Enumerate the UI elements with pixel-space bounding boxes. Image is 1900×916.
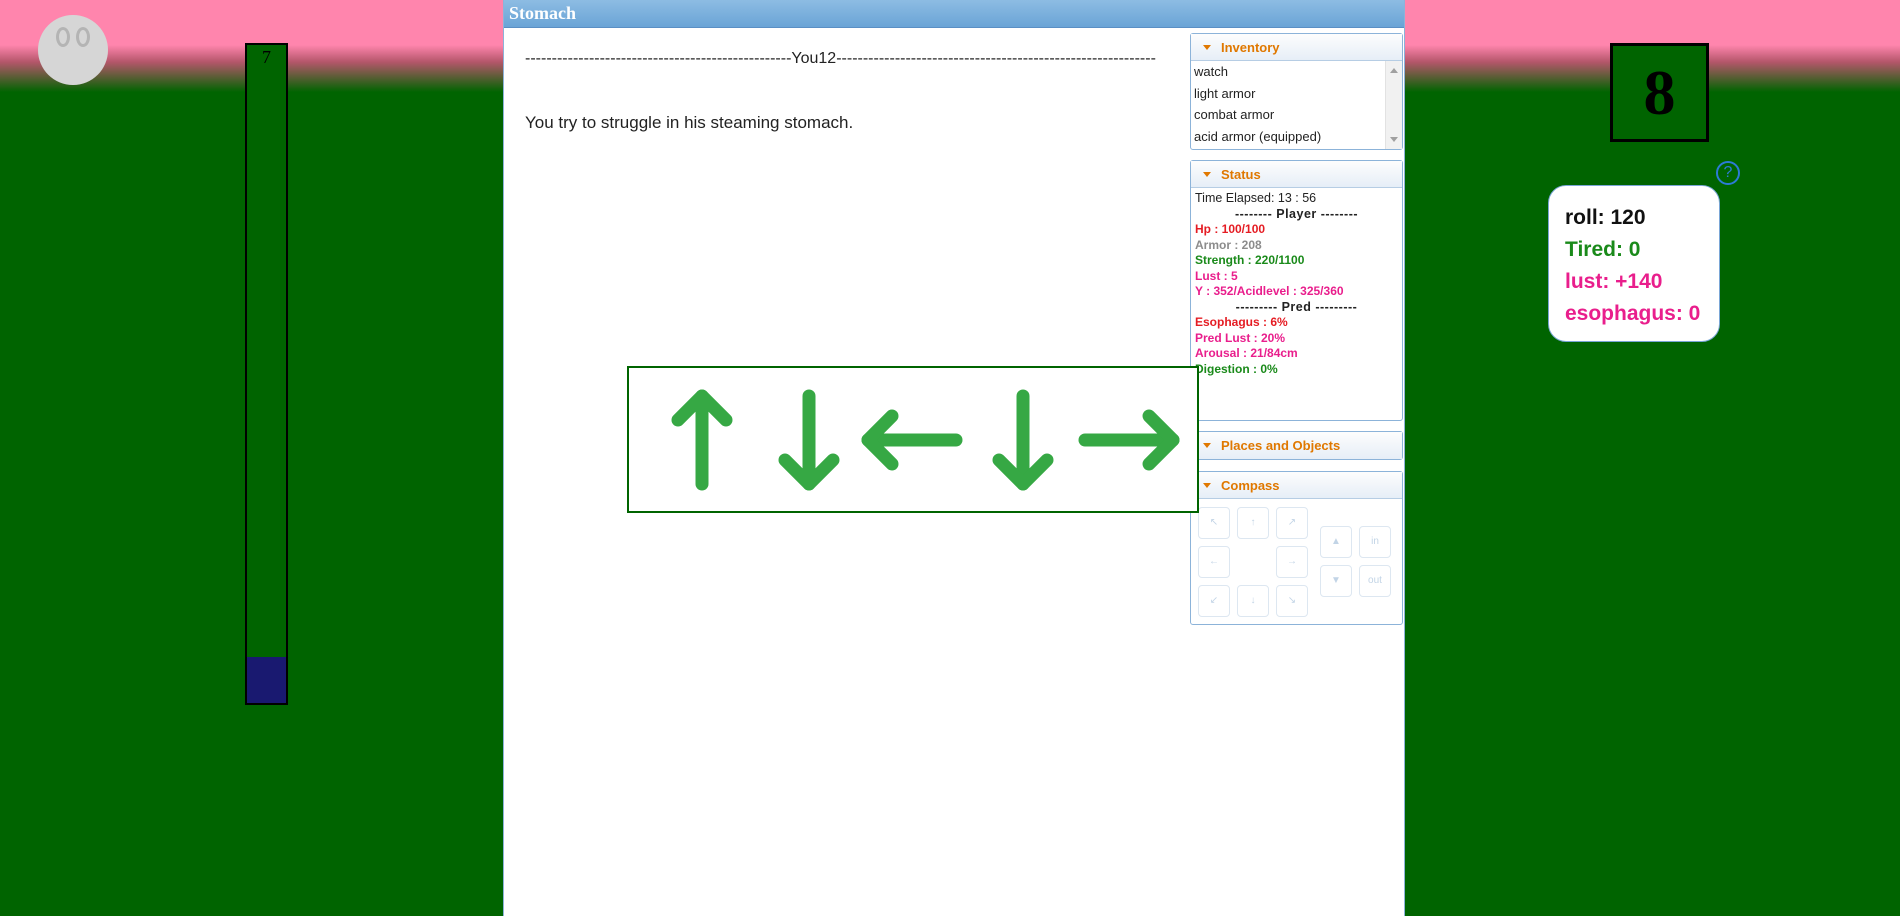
compass-pane: Compass ↖ ↑ ↗ ← → ↙ ↓ ↘ ▲ in ▼ out (1190, 471, 1403, 625)
collapse-triangle-icon (1203, 443, 1211, 448)
card-lust-stat: lust: +140 (1565, 270, 1663, 293)
arrow-left-icon (861, 409, 963, 471)
compass-east-button[interactable]: → (1276, 546, 1308, 578)
turn-divider: ----------------------------------------… (525, 50, 1156, 67)
avatar-left-eye (56, 27, 70, 47)
card-esophagus-stat: esophagus: 0 (1565, 302, 1701, 325)
strength-stat: Strength : 220/1100 (1195, 253, 1305, 267)
player-separator: -------- Player -------- (1234, 206, 1359, 221)
hp-stat: Hp : 100/100 (1195, 222, 1266, 236)
compass-down-button[interactable]: ▼ (1320, 565, 1352, 597)
arrow-sequence-box (627, 366, 1199, 513)
inventory-item[interactable]: light armor (1191, 83, 1402, 105)
left-progress-gauge: 7 (245, 43, 288, 705)
scroll-down-icon[interactable] (1390, 137, 1398, 142)
gauge-fill (247, 656, 286, 703)
location-title: Stomach (504, 0, 1404, 28)
digestion-stat: Digestion : 0% (1195, 361, 1278, 376)
compass-northwest-button[interactable]: ↖ (1198, 507, 1230, 539)
inventory-item[interactable]: watch (1191, 61, 1402, 83)
collapse-triangle-icon (1203, 45, 1211, 50)
collapse-triangle-icon (1203, 172, 1211, 177)
compass-in-button[interactable]: in (1359, 526, 1391, 558)
status-pane: Status Time Elapsed: 13 : 56 -------- Pl… (1190, 160, 1403, 421)
compass-out-button[interactable]: out (1359, 565, 1391, 597)
places-pane: Places and Objects (1190, 431, 1403, 460)
status-title: Status (1221, 167, 1261, 182)
story-text: You try to struggle in his steaming stom… (525, 113, 854, 132)
arrow-down-icon (778, 389, 840, 491)
inventory-header[interactable]: Inventory (1191, 34, 1402, 61)
esophagus-stat: Esophagus : 6% (1195, 315, 1288, 329)
arrow-sequence-svg (671, 389, 1180, 491)
compass-north-button[interactable]: ↑ (1237, 507, 1269, 539)
compass-southeast-button[interactable]: ↘ (1276, 585, 1308, 617)
inventory-item[interactable]: acid armor (equipped) (1191, 126, 1402, 148)
compass-header[interactable]: Compass (1191, 472, 1402, 499)
compass-up-button[interactable]: ▲ (1320, 526, 1352, 558)
inventory-item[interactable]: combat armor (1191, 104, 1402, 126)
status-header[interactable]: Status (1191, 161, 1402, 188)
arousal-stat: Arousal : 21/84cm (1195, 346, 1298, 360)
avatar-right-eye (76, 27, 90, 47)
stats-card: roll: 120 Tired: 0 lust: +140 esophagus:… (1548, 185, 1720, 342)
arrow-right-icon (1078, 409, 1180, 471)
pred-separator: --------- Pred --------- (1235, 299, 1358, 314)
avatar (38, 15, 108, 85)
inventory-scrollbar[interactable] (1385, 61, 1402, 149)
inventory-list: watch light armor combat armor acid armo… (1191, 61, 1402, 149)
compass-body: ↖ ↑ ↗ ← → ↙ ↓ ↘ ▲ in ▼ out (1191, 499, 1402, 624)
pred-lust-stat: Pred Lust : 20% (1195, 330, 1286, 345)
compass-west-button[interactable]: ← (1198, 546, 1230, 578)
compass-south-button[interactable]: ↓ (1237, 585, 1269, 617)
tired-stat: Tired: 0 (1565, 238, 1641, 261)
collapse-triangle-icon (1203, 483, 1211, 488)
help-icon[interactable]: ? (1716, 161, 1740, 185)
inventory-title: Inventory (1221, 40, 1280, 55)
compass-northeast-button[interactable]: ↗ (1276, 507, 1308, 539)
places-header[interactable]: Places and Objects (1191, 432, 1402, 459)
acid-stat: Y : 352/Acidlevel : 325/360 (1195, 284, 1344, 298)
scroll-up-icon[interactable] (1390, 68, 1398, 73)
compass-southwest-button[interactable]: ↙ (1198, 585, 1230, 617)
gauge-number: 7 (262, 47, 271, 67)
lust-stat: Lust : 5 (1195, 268, 1238, 283)
time-elapsed: Time Elapsed: 13 : 56 (1195, 191, 1317, 205)
roll-stat: roll: 120 (1565, 206, 1646, 229)
arrow-down-icon (992, 389, 1054, 491)
places-title: Places and Objects (1221, 438, 1341, 453)
arrow-up-icon (671, 389, 733, 491)
armor-stat: Armor : 208 (1195, 237, 1262, 252)
compass-title: Compass (1221, 478, 1280, 493)
status-body: Time Elapsed: 13 : 56 -------- Player --… (1191, 188, 1402, 380)
dice-value: 8 (1610, 43, 1709, 142)
inventory-pane: Inventory watch light armor combat armor… (1190, 33, 1403, 150)
